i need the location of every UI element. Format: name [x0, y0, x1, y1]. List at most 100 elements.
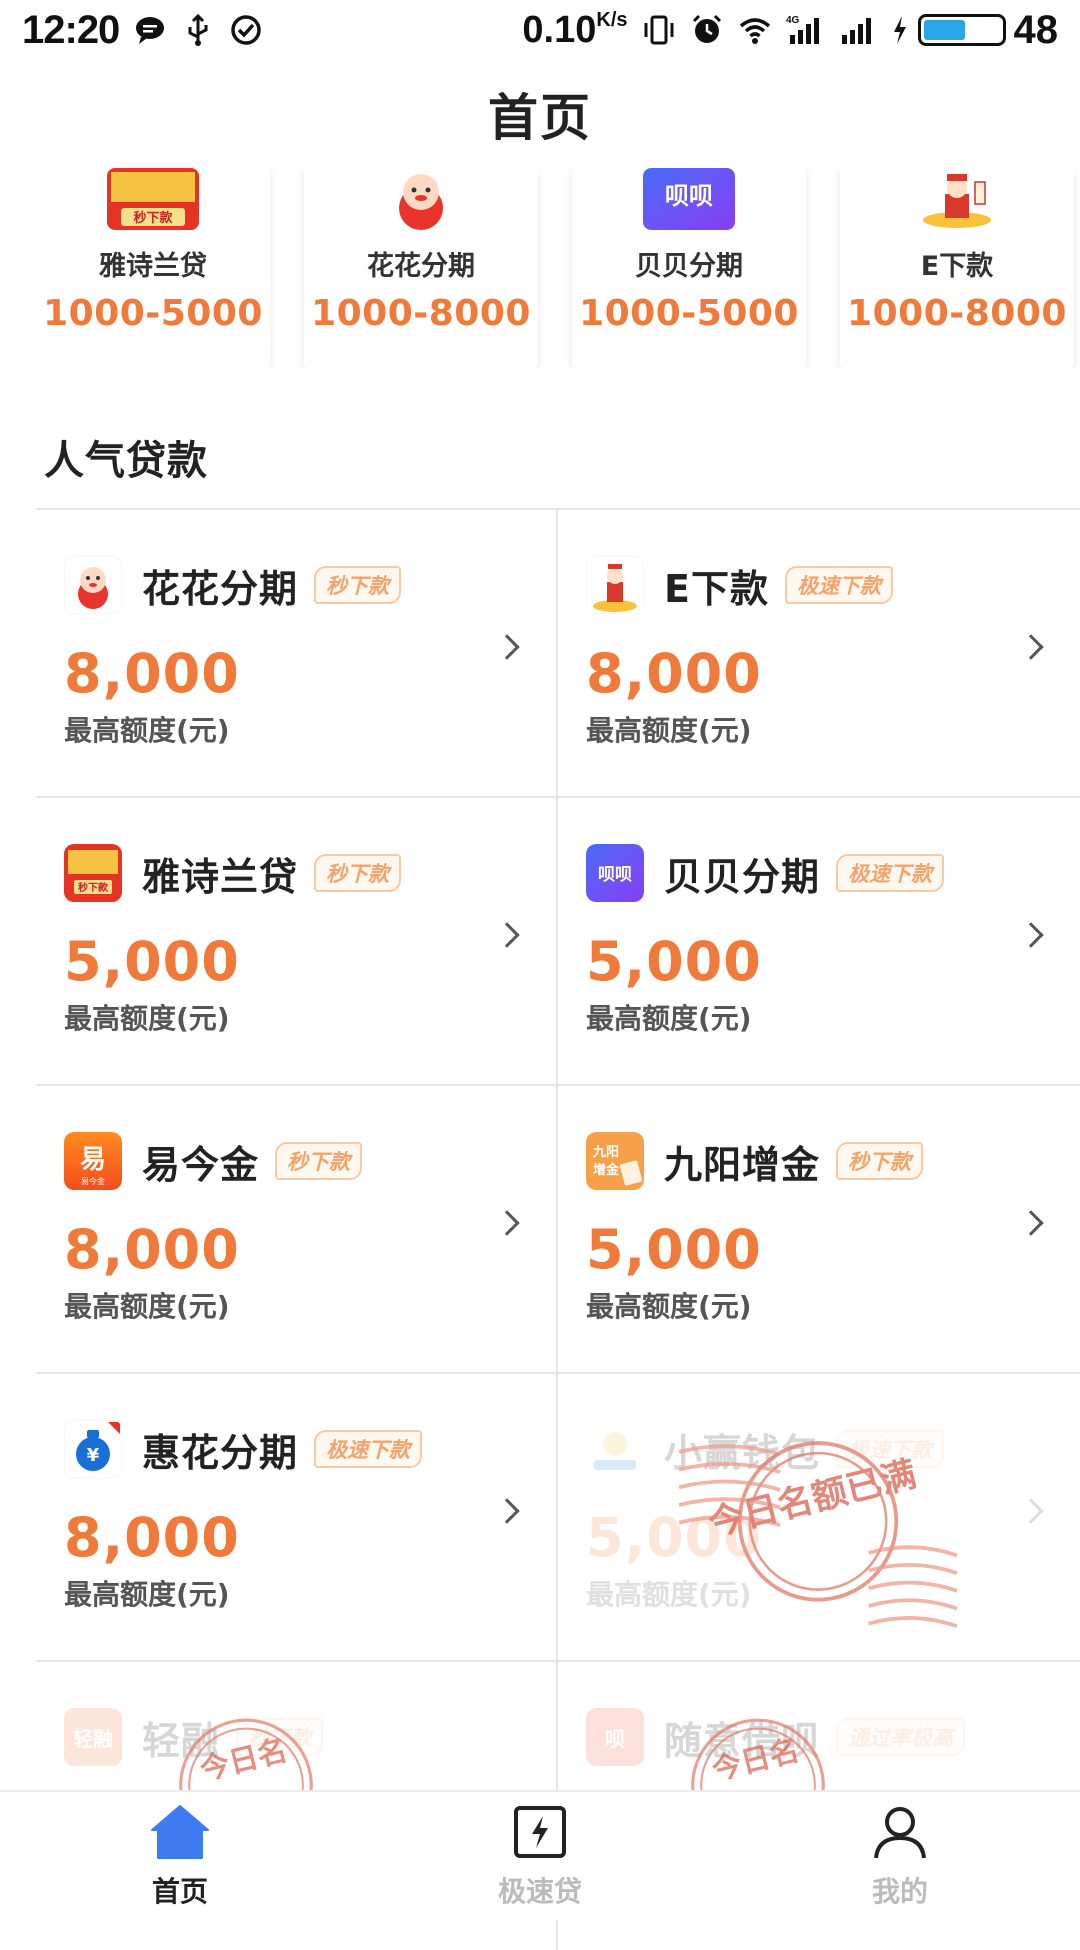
top-card-beibei[interactable]: 呗呗 贝贝分期 1000-5000: [572, 168, 806, 368]
top-card-name: 贝贝分期: [635, 251, 743, 282]
loan-name: 贝贝分期: [664, 854, 821, 899]
svg-text:呗呗: 呗呗: [598, 865, 632, 885]
top-card-huahua[interactable]: 花花分期 1000-8000: [304, 168, 538, 368]
beibei-logo-icon: 呗呗: [643, 168, 735, 230]
top-card-exiakuan[interactable]: E下款 1000-8000: [840, 168, 1074, 368]
huahua-logo-icon: [64, 556, 122, 614]
loan-card-exiakuan[interactable]: E下款 极速下款 8,000 最高额度(元): [558, 510, 1080, 796]
exiakuan-logo-icon: [586, 556, 644, 614]
loan-badge: 极速下款: [836, 854, 945, 892]
top-card-range: 1000-5000: [579, 293, 799, 334]
loan-grid: 花花分期 秒下款 8,000 最高额度(元) E下款 极速下款 8,000 最高…: [36, 510, 1080, 1950]
nav-home[interactable]: 首页: [80, 1802, 280, 1910]
loan-card-huahua[interactable]: 花花分期 秒下款 8,000 最高额度(元): [36, 510, 558, 796]
exiakuan-logo-icon: [911, 168, 1003, 230]
signal-icon: [841, 18, 871, 44]
svg-text:4G: 4G: [786, 15, 800, 26]
loan-badge: 秒下款: [314, 854, 402, 892]
lightning-icon: [510, 1802, 570, 1862]
svg-text:呗: 呗: [605, 1727, 625, 1751]
loan-name: 惠花分期: [142, 1430, 299, 1475]
loan-name: 九阳增金: [664, 1142, 821, 1187]
vibrate-icon: [644, 15, 673, 45]
loan-amount: 8,000: [64, 1218, 240, 1281]
loan-amount: 8,000: [586, 642, 762, 705]
loan-name: 易今金: [142, 1142, 260, 1187]
top-card-range: 1000-8000: [847, 293, 1067, 334]
loan-amount: 5,000: [586, 1506, 762, 1569]
status-bar: 12:20 0.10K/s 4G 48: [0, 0, 1080, 60]
loan-name: E下款: [664, 566, 769, 611]
loan-row: 秒下款 雅诗兰贷 秒下款 5,000 最高额度(元) 呗呗 贝贝分期 极速下款 …: [36, 798, 1080, 1086]
nav-label: 我的: [871, 1875, 928, 1908]
loan-amount-label: 最高额度(元): [586, 1578, 752, 1611]
loan-amount-label: 最高额度(元): [64, 1002, 230, 1035]
top-card-name: E下款: [920, 251, 994, 282]
loan-card-beibei[interactable]: 呗呗 贝贝分期 极速下款 5,000 最高额度(元): [558, 798, 1080, 1084]
svg-text:轻融: 轻融: [73, 1727, 113, 1751]
loan-row: 花花分期 秒下款 8,000 最高额度(元) E下款 极速下款 8,000 最高…: [36, 510, 1080, 798]
signal-4g-icon: 4G: [786, 15, 819, 44]
svg-text:秒下款: 秒下款: [78, 881, 109, 894]
wifi-icon: [739, 18, 770, 44]
loan-badge: 极速下款: [784, 566, 893, 604]
loan-amount: 8,000: [64, 1506, 240, 1569]
loan-amount: 5,000: [586, 1218, 762, 1281]
loan-amount-label: 最高额度(元): [64, 714, 230, 747]
top-card-range: 1000-8000: [311, 293, 531, 334]
user-icon: [870, 1802, 930, 1862]
loan-amount-label: 最高额度(元): [586, 1290, 752, 1323]
loan-amount: 8,000: [64, 642, 240, 705]
loan-name: 轻融: [142, 1718, 221, 1763]
loan-row: 易 易今金 易今金 秒下款 8,000 最高额度(元) 九阳 增金 九阳增金 秒…: [36, 1086, 1080, 1374]
battery-indicator: 48: [890, 7, 1059, 53]
loan-amount-label: 最高额度(元): [586, 714, 752, 747]
loan-card-yashilan[interactable]: 秒下款 雅诗兰贷 秒下款 5,000 最高额度(元): [36, 798, 558, 1084]
charging-icon: [893, 16, 906, 44]
yashilan-logo-icon: 秒下款: [107, 168, 199, 230]
xiaoying-logo-icon: [586, 1420, 644, 1478]
top-card-yashilan[interactable]: 秒下款 雅诗兰贷 1000-5000: [36, 168, 270, 368]
loan-badge: 秒下款: [314, 566, 402, 604]
alarm-icon: [692, 14, 721, 43]
usb-icon: [188, 13, 208, 46]
home-icon: [150, 1802, 210, 1862]
top-card-name: 雅诗兰贷: [99, 251, 207, 282]
svg-text:易: 易: [80, 1145, 106, 1175]
title-bar: 首页: [0, 60, 1080, 168]
loan-name: 小赢钱包: [664, 1430, 821, 1475]
suiyi-logo-icon: 呗: [586, 1708, 644, 1766]
nav-label: 极速贷: [497, 1875, 582, 1908]
top-card-name: 花花分期: [367, 251, 475, 282]
loan-row: ¥ 惠花分期 极速下款 8,000 最高额度(元) 小赢钱包 极速下款 5,00…: [36, 1374, 1080, 1662]
loan-card-xiaoying: 小赢钱包 极速下款 5,000 最高额度(元) 今日名额已满: [558, 1374, 1080, 1660]
loan-amount: 5,000: [586, 930, 762, 993]
top-products-carousel[interactable]: 秒下款 雅诗兰贷 1000-5000 花花分期 1000-8000 呗呗 贝贝分…: [36, 168, 1080, 368]
loan-badge: 秒下款: [236, 1718, 324, 1756]
huihua-logo-icon: ¥: [64, 1420, 122, 1478]
loan-card-jiuyang[interactable]: 九阳 增金 九阳增金 秒下款 5,000 最高额度(元): [558, 1086, 1080, 1372]
svg-text:秒下款: 秒下款: [133, 210, 173, 226]
loan-name: 花花分期: [142, 566, 299, 611]
loan-card-huihua[interactable]: ¥ 惠花分期 极速下款 8,000 最高额度(元): [36, 1374, 558, 1660]
loan-name: 随意借呗: [664, 1718, 821, 1763]
loan-amount-label: 最高额度(元): [64, 1578, 230, 1611]
yashilan-logo-icon: 秒下款: [64, 844, 122, 902]
bottom-nav: 首页 极速贷 我的: [0, 1790, 1080, 1920]
loan-badge: 极速下款: [314, 1430, 423, 1468]
jiuyang-logo-icon: 九阳 增金: [586, 1132, 644, 1190]
loan-badge: 通过率极高: [836, 1718, 966, 1756]
nav-fast-loan[interactable]: 极速贷: [440, 1802, 640, 1910]
qingrong-logo-icon: 轻融: [64, 1708, 122, 1766]
huahua-logo-icon: [375, 168, 467, 230]
nav-label: 首页: [151, 1875, 208, 1908]
battery-level: 48: [1013, 7, 1059, 52]
network-speed: 0.10K/s: [522, 8, 628, 51]
nav-mine[interactable]: 我的: [800, 1802, 1000, 1910]
svg-text:九阳: 九阳: [592, 1145, 619, 1160]
loan-badge: 极速下款: [836, 1430, 945, 1468]
svg-text:呗呗: 呗呗: [665, 182, 713, 210]
loan-card-yijinjin[interactable]: 易 易今金 易今金 秒下款 8,000 最高额度(元): [36, 1086, 558, 1372]
svg-text:增金: 增金: [593, 1162, 620, 1178]
loan-amount-label: 最高额度(元): [64, 1290, 230, 1323]
